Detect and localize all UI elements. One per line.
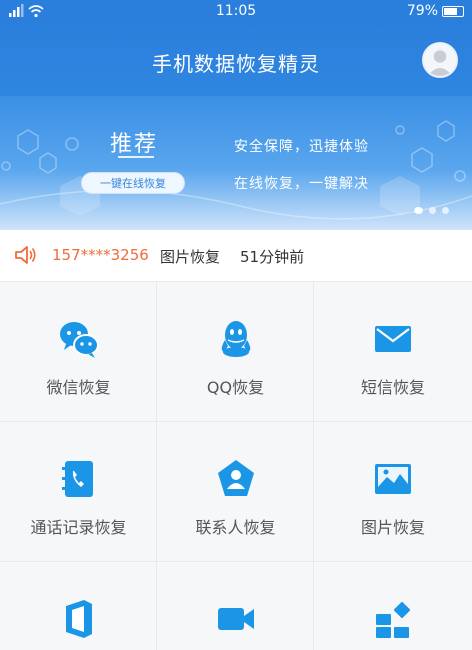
tile-label: 微信恢复 (46, 378, 111, 397)
tile-label: QQ恢复 (206, 378, 265, 397)
user-avatar-icon[interactable] (422, 42, 458, 78)
office-recovery-tile[interactable] (0, 562, 157, 650)
qq-recovery-tile[interactable]: QQ恢复 (157, 282, 314, 422)
sms-recovery-tile[interactable]: 短信恢复 (314, 282, 472, 422)
contact-icon (218, 460, 254, 496)
banner-decoration (0, 120, 472, 220)
status-time: 11:05 (215, 3, 257, 19)
tile-label: 短信恢复 (360, 378, 425, 397)
notice-time: 51分钟前 (240, 248, 305, 266)
one-click-restore-button[interactable]: 一键在线恢复 (81, 172, 185, 194)
qq-icon (221, 321, 251, 357)
status-bar: 11:05 79% (0, 0, 472, 24)
tile-label: 联系人恢复 (195, 518, 276, 537)
banner-slogan-1: 安全保障，迅捷体验 (234, 139, 369, 155)
video-recovery-tile[interactable] (157, 562, 314, 650)
wechat-icon (60, 322, 99, 358)
banner-heading: 推荐 (110, 132, 159, 157)
video-camera-icon (218, 608, 254, 630)
app-title: 手机数据恢复精灵 (152, 52, 320, 76)
battery-percent: 79% (406, 3, 438, 19)
notice-phone: 157****3256 (52, 246, 149, 264)
call-log-icon (62, 461, 93, 497)
call-log-recovery-tile[interactable]: 通话记录恢复 (0, 422, 157, 562)
wechat-recovery-tile[interactable]: 微信恢复 (0, 282, 157, 422)
carousel-indicator[interactable] (414, 207, 458, 215)
envelope-icon (375, 326, 411, 352)
app-header: 手机数据恢复精灵 (0, 24, 472, 96)
office-icon (66, 600, 92, 638)
notice-type: 图片恢复 (160, 248, 221, 266)
apps-icon (376, 601, 411, 638)
recovery-grid: 微信恢复 QQ恢复 短信恢复 通话记录恢复 联系人恢复 图片恢复 (0, 282, 472, 650)
banner-divider (118, 156, 154, 158)
contacts-recovery-tile[interactable]: 联系人恢复 (157, 422, 314, 562)
tile-label: 通话记录恢复 (30, 518, 127, 537)
promo-banner[interactable]: 推荐 一键在线恢复 安全保障，迅捷体验 在线恢复，一键解决 (0, 96, 472, 230)
battery-icon (442, 6, 464, 17)
banner-slogan-2: 在线恢复，一键解决 (234, 176, 369, 192)
tile-label: 图片恢复 (360, 518, 425, 537)
picture-icon (375, 464, 411, 494)
recovery-notice-bar: 157****3256 图片恢复 51分钟前 (0, 230, 472, 282)
apps-recovery-tile[interactable] (314, 562, 472, 650)
photo-recovery-tile[interactable]: 图片恢复 (314, 422, 472, 562)
speaker-icon (15, 246, 36, 264)
